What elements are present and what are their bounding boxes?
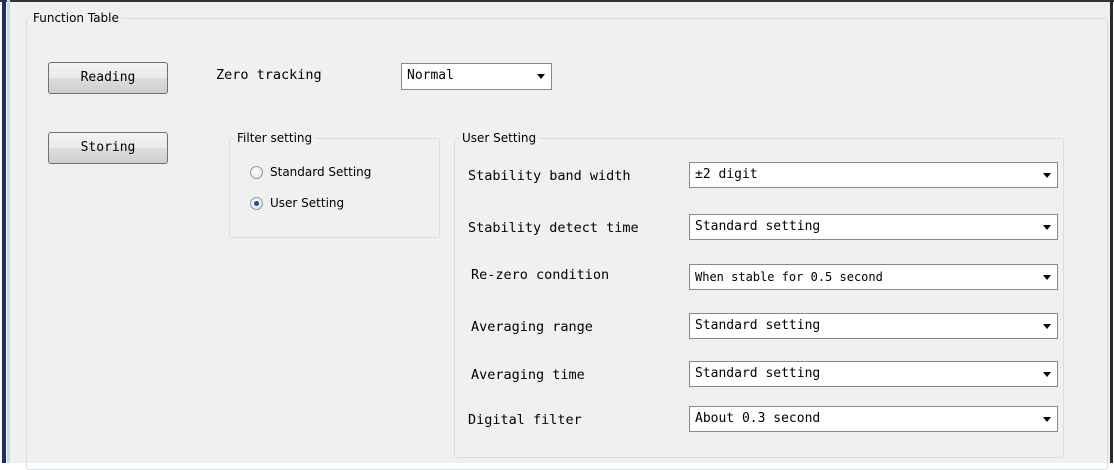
chevron-down-icon	[1043, 324, 1051, 329]
radio-standard-setting[interactable]: Standard Setting	[250, 165, 400, 181]
window-right-border	[1110, 0, 1113, 463]
storing-button[interactable]: Storing	[48, 132, 168, 164]
averaging-range-value: Standard setting	[695, 318, 821, 333]
function-table-title: Function Table	[30, 11, 122, 25]
user-setting-title: User Setting	[459, 131, 540, 145]
digital-filter-label: Digital filter	[468, 412, 582, 428]
user-setting-label: User Setting	[270, 196, 345, 210]
stability-band-width-select[interactable]: ±2 digit	[689, 162, 1058, 188]
averaging-range-label: Averaging range	[471, 319, 593, 335]
zero-tracking-label: Zero tracking	[216, 67, 322, 83]
re-zero-condition-value: When stable for 0.5 second	[695, 270, 883, 284]
radio-user-setting[interactable]: User Setting	[250, 196, 400, 212]
chevron-down-icon	[1043, 225, 1051, 230]
stability-detect-time-select[interactable]: Standard setting	[689, 214, 1058, 240]
window-left-border	[2, 0, 6, 463]
averaging-time-value: Standard setting	[695, 366, 821, 381]
averaging-time-label: Averaging time	[471, 367, 585, 383]
chevron-down-icon	[537, 74, 545, 79]
chevron-down-icon	[1043, 275, 1051, 280]
radio-button-selected-icon	[250, 197, 263, 210]
re-zero-condition-label: Re-zero condition	[471, 267, 610, 283]
re-zero-condition-select[interactable]: When stable for 0.5 second	[689, 264, 1058, 290]
digital-filter-select[interactable]: About 0.3 second	[689, 406, 1058, 432]
filter-setting-title: Filter setting	[234, 131, 316, 145]
zero-tracking-select[interactable]: Normal	[401, 63, 552, 90]
averaging-range-select[interactable]: Standard setting	[689, 313, 1058, 339]
standard-setting-label: Standard Setting	[270, 165, 372, 179]
stability-band-width-value: ±2 digit	[695, 167, 758, 182]
filter-setting-group	[229, 138, 440, 238]
radio-button-icon	[250, 166, 263, 179]
zero-tracking-value: Normal	[407, 68, 454, 83]
chevron-down-icon	[1043, 173, 1051, 178]
chevron-down-icon	[1043, 417, 1051, 422]
stability-band-width-label: Stability band width	[468, 168, 631, 184]
function-table-panel: Function Table Reading Storing Zero trac…	[10, 2, 1110, 470]
chevron-down-icon	[1043, 372, 1051, 377]
averaging-time-select[interactable]: Standard setting	[689, 361, 1058, 387]
stability-detect-time-value: Standard setting	[695, 219, 821, 234]
digital-filter-value: About 0.3 second	[695, 411, 821, 426]
reading-button[interactable]: Reading	[48, 62, 168, 94]
stability-detect-time-label: Stability detect time	[468, 220, 639, 236]
